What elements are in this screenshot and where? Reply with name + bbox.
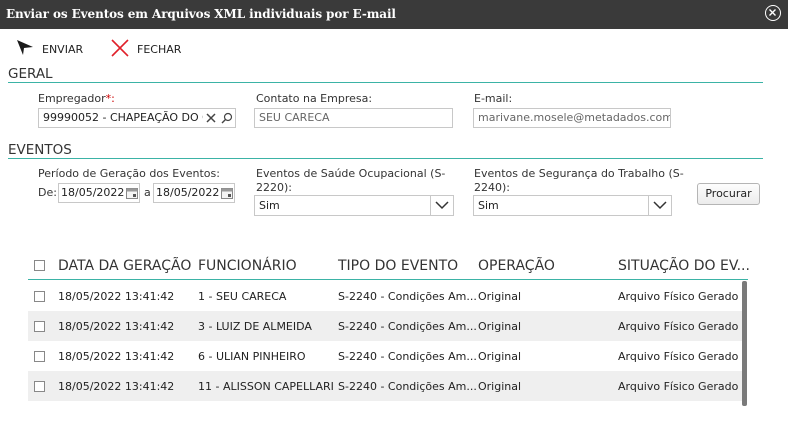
cell-date: 18/05/2022 13:41:42 (58, 320, 175, 333)
column-header[interactable]: SITUAÇÃO DO EV... (618, 258, 750, 274)
row-checkbox[interactable] (34, 351, 45, 362)
section-geral-title: GERAL (8, 66, 53, 82)
date-from-field[interactable]: 18/05/2022 (58, 183, 140, 203)
email-label: E-mail: (474, 92, 513, 105)
cell-type: S-2240 - Condições Am... (338, 320, 477, 333)
cell-type: S-2240 - Condições Am... (338, 290, 477, 303)
send-label: ENVIAR (42, 42, 84, 56)
cell-type: S-2240 - Condições Am... (338, 350, 477, 363)
grid-scrollbar[interactable] (742, 281, 747, 406)
cell-date: 18/05/2022 13:41:42 (58, 290, 175, 303)
close-label: FECHAR (137, 42, 182, 56)
table-row[interactable]: 18/05/2022 13:41:42 3 - LUIZ DE ALMEIDA … (28, 311, 742, 341)
window-title: Enviar os Eventos em Arquivos XML indivi… (6, 7, 396, 21)
calendar-icon[interactable] (221, 187, 233, 205)
send-button[interactable]: ENVIAR (16, 40, 83, 58)
seguranca-label: Eventos de Segurança do Trabalho (S- 2240… (474, 167, 684, 194)
window-close-icon[interactable] (765, 5, 781, 21)
close-button[interactable]: FECHAR (111, 38, 182, 60)
saude-label: Eventos de Saúde Ocupacional (S- 2220): (256, 167, 446, 194)
cell-date: 18/05/2022 13:41:42 (58, 380, 175, 393)
seguranca-select[interactable]: Sim (473, 195, 672, 216)
send-icon (16, 39, 34, 59)
close-icon (111, 38, 129, 60)
cell-status: Arquivo Físico Gerado (618, 320, 739, 333)
contato-value: SEU CARECA (259, 111, 330, 124)
row-checkbox[interactable] (34, 291, 45, 302)
cell-employee: 1 - SEU CARECA (198, 290, 287, 303)
column-header[interactable]: OPERAÇÃO (478, 258, 555, 274)
grid-header: DATA DA GERAÇÃO FUNCIONÁRIO TIPO DO EVEN… (28, 254, 750, 280)
chevron-down-icon[interactable] (430, 196, 453, 215)
chevron-down-icon[interactable] (648, 196, 671, 215)
saude-select[interactable]: Sim (254, 195, 454, 216)
email-value: marivane.mosele@metadados.com.br (478, 111, 671, 124)
cell-operation: Original (478, 350, 522, 363)
empregador-field[interactable]: 99990052 - CHAPEAÇÃO DO CARRO (38, 108, 236, 128)
section-eventos-divider (8, 158, 763, 159)
empregador-label: Empregador*: (38, 92, 115, 105)
required-mark: *: (105, 92, 115, 105)
row-checkbox[interactable] (34, 321, 45, 332)
date-to-value: 18/05/2022 (156, 186, 220, 199)
contato-field: SEU CARECA (254, 108, 453, 128)
saude-value: Sim (259, 199, 280, 212)
cell-employee: 11 - ALISSON CAPELLARI (198, 380, 334, 393)
table-row[interactable]: 18/05/2022 13:41:42 11 - ALISSON CAPELLA… (28, 371, 742, 401)
column-header[interactable]: TIPO DO EVENTO (338, 258, 458, 274)
cell-status: Arquivo Físico Gerado (618, 290, 739, 303)
a-label: a (144, 186, 151, 199)
column-header[interactable]: DATA DA GERAÇÃO (58, 258, 191, 274)
cell-date: 18/05/2022 13:41:42 (58, 350, 175, 363)
search-icon[interactable] (219, 109, 235, 127)
select-all-checkbox[interactable] (34, 260, 45, 271)
date-to-field[interactable]: 18/05/2022 (153, 183, 235, 203)
cell-type: S-2240 - Condições Am... (338, 380, 477, 393)
window-titlebar: Enviar os Eventos em Arquivos XML indivi… (0, 0, 788, 29)
cell-operation: Original (478, 290, 522, 303)
table-row[interactable]: 18/05/2022 13:41:42 6 - ULIAN PINHEIRO S… (28, 341, 742, 371)
contato-label: Contato na Empresa: (256, 92, 373, 105)
row-checkbox[interactable] (34, 381, 45, 392)
cell-employee: 3 - LUIZ DE ALMEIDA (198, 320, 312, 333)
periodo-label: Período de Geração dos Eventos: (38, 167, 220, 180)
email-field: marivane.mosele@metadados.com.br (473, 108, 671, 128)
column-header[interactable]: FUNCIONÁRIO (198, 258, 297, 274)
seguranca-value: Sim (478, 199, 499, 212)
cell-status: Arquivo Físico Gerado (618, 350, 739, 363)
cell-operation: Original (478, 320, 522, 333)
cell-operation: Original (478, 380, 522, 393)
table-row-partial (28, 401, 742, 407)
de-label: De: (38, 186, 57, 199)
table-row[interactable]: 18/05/2022 13:41:42 1 - SEU CARECA S-224… (28, 281, 742, 311)
cell-employee: 6 - ULIAN PINHEIRO (198, 350, 306, 363)
date-from-value: 18/05/2022 (61, 186, 125, 199)
calendar-icon[interactable] (126, 187, 138, 205)
search-button[interactable]: Procurar (697, 183, 760, 205)
section-eventos-title: EVENTOS (8, 142, 72, 158)
clear-icon[interactable] (203, 109, 219, 127)
cell-status: Arquivo Físico Gerado (618, 380, 739, 393)
section-geral-divider (8, 82, 763, 83)
